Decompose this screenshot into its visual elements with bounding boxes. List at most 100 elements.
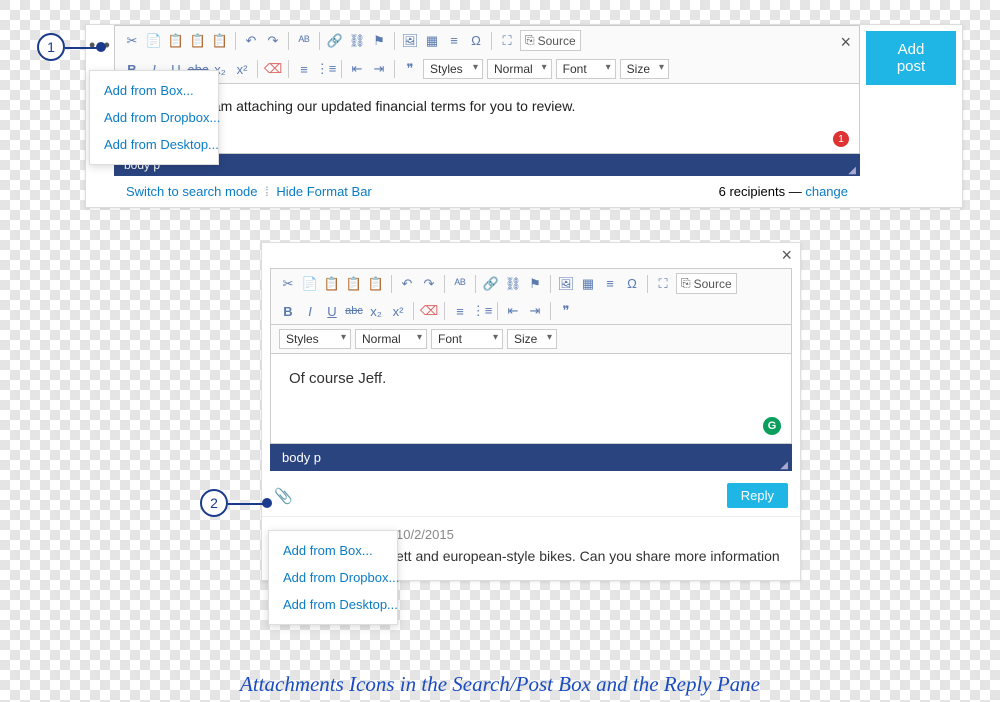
- unlink-icon[interactable]: ⛓: [504, 275, 522, 293]
- source-label: Source: [694, 277, 732, 291]
- bulletlist-icon[interactable]: ⋮≡: [473, 302, 491, 320]
- maximize-icon[interactable]: ⛶: [498, 32, 516, 50]
- numlist-icon[interactable]: ≡: [295, 60, 313, 78]
- subscript-icon[interactable]: x₂: [367, 302, 385, 320]
- panel-footer: Switch to search mode ⁞ Hide Format Bar …: [114, 176, 860, 207]
- switch-search-link[interactable]: Switch to search mode: [126, 184, 258, 199]
- spell-icon[interactable]: ᴬᴮ: [451, 275, 469, 293]
- bold-icon[interactable]: B: [279, 302, 297, 320]
- paste-word-icon[interactable]: 📋: [367, 275, 385, 293]
- blockquote-icon[interactable]: ❞: [557, 302, 575, 320]
- underline-icon[interactable]: U: [323, 302, 341, 320]
- size-dropdown[interactable]: Size: [507, 329, 557, 349]
- link-icon[interactable]: 🔗: [482, 275, 500, 293]
- add-post-button[interactable]: Add post: [866, 31, 956, 85]
- flag-icon[interactable]: ⚑: [526, 275, 544, 293]
- table-icon[interactable]: ▦: [423, 32, 441, 50]
- font-dropdown[interactable]: Font: [556, 59, 616, 79]
- source-button[interactable]: ⎘ Source: [520, 30, 581, 51]
- undo-icon[interactable]: ↶: [242, 32, 260, 50]
- separator: [394, 60, 395, 78]
- editor-status-bar: body p ◢: [270, 444, 792, 471]
- strike-icon[interactable]: abc: [345, 302, 363, 320]
- attach-box-item[interactable]: Add from Box...: [90, 77, 218, 104]
- outdent-icon[interactable]: ⇤: [348, 60, 366, 78]
- erase-icon[interactable]: ⌫: [264, 60, 282, 78]
- numlist-icon[interactable]: ≡: [451, 302, 469, 320]
- change-recipients-link[interactable]: change: [805, 184, 848, 199]
- hr-icon[interactable]: ≡: [601, 275, 619, 293]
- attach-box-item[interactable]: Add from Box...: [269, 537, 397, 564]
- spell-icon[interactable]: ᴬᴮ: [295, 32, 313, 50]
- italic-icon[interactable]: I: [301, 302, 319, 320]
- editor-text: I am attaching our updated financial ter…: [205, 98, 575, 114]
- image-icon[interactable]: 🖼: [557, 275, 575, 293]
- attach-desktop-item[interactable]: Add from Desktop...: [90, 131, 218, 158]
- separator: [235, 32, 236, 50]
- attach-dropbox-item[interactable]: Add from Dropbox...: [269, 564, 397, 591]
- flag-icon[interactable]: ⚑: [370, 32, 388, 50]
- post-date: 10/2/2015: [396, 527, 786, 542]
- attach-desktop-item[interactable]: Add from Desktop...: [269, 591, 397, 618]
- erase-icon[interactable]: ⌫: [420, 302, 438, 320]
- redo-icon[interactable]: ↷: [420, 275, 438, 293]
- post-body: ett and european-style bikes. Can you sh…: [396, 548, 786, 564]
- separator: [319, 32, 320, 50]
- outdent-icon[interactable]: ⇤: [504, 302, 522, 320]
- reply-button[interactable]: Reply: [727, 483, 788, 508]
- redo-icon[interactable]: ↷: [264, 32, 282, 50]
- format-dropdown[interactable]: Normal: [487, 59, 552, 79]
- attachment-icon[interactable]: 📎: [274, 487, 293, 505]
- cut-icon[interactable]: ✂: [279, 275, 297, 293]
- recipients-count: 6 recipients —: [719, 184, 806, 199]
- callout-badge-2: 2: [200, 489, 228, 517]
- copy-icon[interactable]: 📄: [301, 275, 319, 293]
- paste-icon[interactable]: 📋: [323, 275, 341, 293]
- separator: [497, 302, 498, 320]
- superscript-icon[interactable]: x²: [233, 60, 251, 78]
- editor-toolbar-row2: B I U abc x₂ x² ⌫ ≡ ⋮≡ ⇤ ⇥ ❞: [270, 298, 792, 325]
- styles-dropdown[interactable]: Styles: [279, 329, 351, 349]
- bulletlist-icon[interactable]: ⋮≡: [317, 60, 335, 78]
- size-dropdown[interactable]: Size: [620, 59, 669, 79]
- editor-content[interactable]: Of course Jeff. G: [270, 354, 792, 444]
- superscript-icon[interactable]: x²: [389, 302, 407, 320]
- resize-handle-icon[interactable]: ◢: [848, 165, 856, 176]
- attach-dropbox-item[interactable]: Add from Dropbox...: [90, 104, 218, 131]
- copy-icon[interactable]: 📄: [145, 32, 163, 50]
- grammarly-badge: G: [763, 417, 781, 435]
- format-dropdown[interactable]: Normal: [355, 329, 427, 349]
- paste-icon[interactable]: 📋: [167, 32, 185, 50]
- paste-text-icon[interactable]: 📋: [189, 32, 207, 50]
- hr-icon[interactable]: ≡: [445, 32, 463, 50]
- separator: [288, 60, 289, 78]
- font-dropdown[interactable]: Font: [431, 329, 503, 349]
- image-icon[interactable]: 🖼: [401, 32, 419, 50]
- attach-menu: Add from Box... Add from Dropbox... Add …: [89, 70, 219, 165]
- indent-icon[interactable]: ⇥: [370, 60, 388, 78]
- resize-handle-icon[interactable]: ◢: [780, 460, 788, 471]
- notification-badge: 1: [833, 131, 849, 147]
- close-icon[interactable]: ×: [262, 243, 800, 268]
- table-icon[interactable]: ▦: [579, 275, 597, 293]
- paste-word-icon[interactable]: 📋: [211, 32, 229, 50]
- unlink-icon[interactable]: ⛓: [348, 32, 366, 50]
- source-icon: ⎘: [525, 33, 535, 48]
- indent-icon[interactable]: ⇥: [526, 302, 544, 320]
- cut-icon[interactable]: ✂: [123, 32, 141, 50]
- callout-badge-1: 1: [37, 33, 65, 61]
- paste-text-icon[interactable]: 📋: [345, 275, 363, 293]
- omega-icon[interactable]: Ω: [623, 275, 641, 293]
- maximize-icon[interactable]: ⛶: [654, 275, 672, 293]
- source-button[interactable]: ⎘ Source: [676, 273, 737, 294]
- styles-dropdown[interactable]: Styles: [423, 59, 483, 79]
- close-icon[interactable]: ×: [840, 32, 851, 53]
- hide-format-link[interactable]: Hide Format Bar: [276, 184, 371, 199]
- undo-icon[interactable]: ↶: [398, 275, 416, 293]
- blockquote-icon[interactable]: ❞: [401, 60, 419, 78]
- separator: [394, 32, 395, 50]
- omega-icon[interactable]: Ω: [467, 32, 485, 50]
- editor-content[interactable]: I am attaching our updated financial ter…: [114, 84, 860, 154]
- link-icon[interactable]: 🔗: [326, 32, 344, 50]
- separator: [391, 275, 392, 293]
